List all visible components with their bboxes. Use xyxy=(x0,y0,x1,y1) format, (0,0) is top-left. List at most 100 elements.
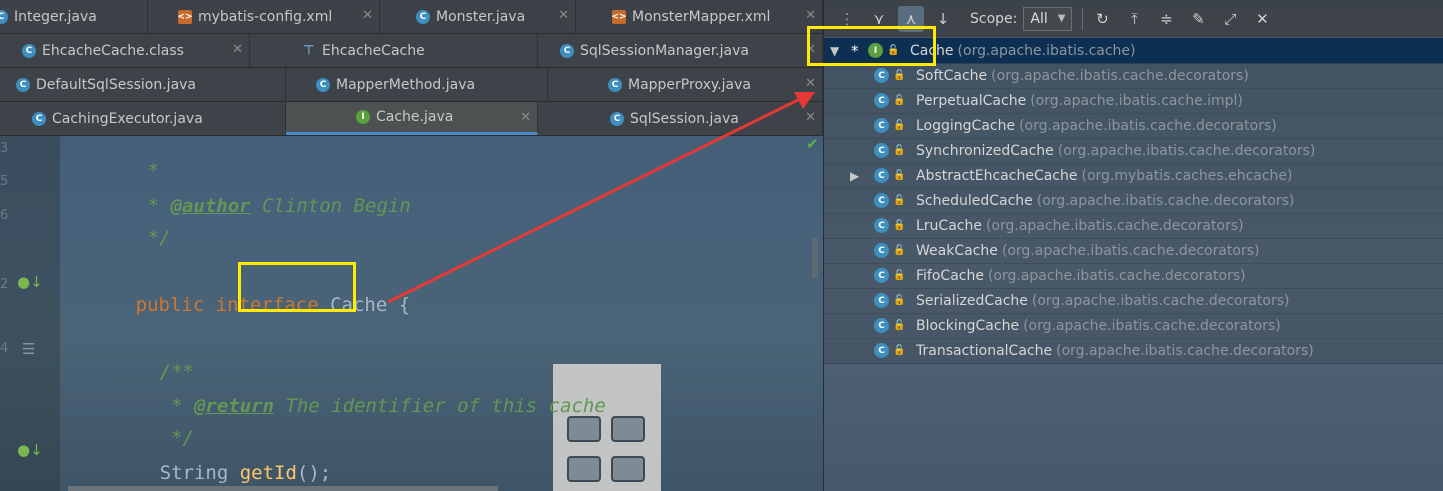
tab-cachingexecutor-java[interactable]: C CachingExecutor.java xyxy=(0,102,286,135)
class-icon: C xyxy=(874,218,889,233)
tree-node-label: AbstractEhcacheCache (org.mybatis.caches.… xyxy=(916,167,1293,184)
tree-node-label: FifoCache (org.apache.ibatis.cache.decora… xyxy=(916,267,1246,284)
close-icon[interactable]: ✕ xyxy=(1249,6,1275,32)
tree-node[interactable]: C 🔓 SerializedCache (org.apache.ibatis.cach… xyxy=(824,288,1443,314)
code-line: */ xyxy=(147,227,171,249)
export-icon[interactable]: ⤒ xyxy=(1121,6,1147,32)
class-icon: C xyxy=(22,43,36,58)
scope-dropdown[interactable]: All ▼ xyxy=(1023,6,1073,31)
close-icon[interactable]: ✕ xyxy=(805,110,816,125)
scope-value: All xyxy=(1030,10,1048,27)
tree-node-label: BlockingCache (org.apache.ibatis.cache.de… xyxy=(916,317,1281,334)
tree-node[interactable]: C 🔓 WeakCache (org.apache.ibatis.cache.deco… xyxy=(824,238,1443,264)
tree-node[interactable]: C 🔓 SynchronizedCache (org.apache.ibatis.ca… xyxy=(824,138,1443,164)
implemented-gutter-icon[interactable]: ●↓ xyxy=(17,441,43,459)
close-icon[interactable]: ✕ xyxy=(805,76,816,91)
interface-icon: I xyxy=(356,110,370,124)
tree-node[interactable]: ▶ C 🔓 AbstractEhcacheCache (org.mybatis.cach… xyxy=(824,163,1443,189)
tree-node-label: SynchronizedCache (org.apache.ibatis.cach… xyxy=(916,142,1316,159)
line-number: 3 xyxy=(0,141,9,156)
tab-monster-java[interactable]: C Monster.java ✕ xyxy=(380,0,576,33)
structure-icon: ⊤ xyxy=(303,43,315,58)
editor-tab-row-3: C DefaultSqlSession.java C MapperMethod.… xyxy=(0,68,823,102)
horizontal-scrollbar[interactable] xyxy=(68,486,498,491)
class-icon: C xyxy=(416,9,430,24)
highlight-box-code xyxy=(238,262,356,312)
public-lock-icon: 🔓 xyxy=(893,145,906,156)
public-lock-icon: 🔓 xyxy=(893,120,906,131)
class-icon: C xyxy=(874,293,889,308)
tab-cache-java[interactable]: I Cache.java ✕ xyxy=(286,102,538,135)
tab-mybatis-config-xml[interactable]: <> mybatis-config.xml ✕ xyxy=(148,0,380,33)
class-icon: C xyxy=(874,243,889,258)
highlight-box-tree xyxy=(807,26,936,66)
tree-node[interactable]: C 🔓 FifoCache (org.apache.ibatis.cache.deco… xyxy=(824,263,1443,289)
pin-icon[interactable]: ✎ xyxy=(1185,6,1211,32)
class-icon: C xyxy=(560,43,574,58)
class-icon: C xyxy=(874,118,889,133)
class-icon: C xyxy=(316,77,330,92)
refresh-icon[interactable]: ↻ xyxy=(1089,6,1115,32)
close-icon[interactable]: ✕ xyxy=(558,8,569,23)
tab-sqlsessionmanager-java[interactable]: C SqlSessionManager.java ✕ xyxy=(538,34,823,67)
tree-node[interactable]: C 🔓 TransactionalCache (org.apache.ibatis.c… xyxy=(824,338,1443,364)
tree-node-label: LruCache (org.apache.ibatis.cache.decorat… xyxy=(916,217,1244,234)
line-number: 2 xyxy=(0,277,9,292)
tree-node-label: SoftCache (org.apache.ibatis.cache.decora… xyxy=(916,67,1249,84)
toolbar-separator xyxy=(1082,7,1084,30)
class-icon: C xyxy=(32,111,46,126)
doc-render-icon[interactable]: ☰ xyxy=(22,340,35,358)
implemented-gutter-icon[interactable]: ●↓ xyxy=(17,273,43,291)
tab-mappermethod-java[interactable]: C MapperMethod.java xyxy=(286,68,548,101)
tab-ehcachecache-class[interactable]: C EhcacheCache.class ✕ xyxy=(0,34,250,67)
class-icon: C xyxy=(874,193,889,208)
tree-node[interactable]: C 🔓 LruCache (org.apache.ibatis.cache.decor… xyxy=(824,213,1443,239)
public-lock-icon: 🔓 xyxy=(893,220,906,231)
public-lock-icon: 🔓 xyxy=(893,245,906,256)
line-gutter: 3 5 6 2 4 ●↓ ☰ ●↓ xyxy=(0,136,60,491)
class-icon: C xyxy=(874,168,889,183)
tree-node[interactable]: C 🔓 LoggingCache (org.apache.ibatis.cache.d… xyxy=(824,113,1443,139)
tab-integer-java[interactable]: C Integer.java xyxy=(0,0,148,33)
public-lock-icon: 🔓 xyxy=(893,70,906,81)
analysis-ok-icon[interactable]: ✔ xyxy=(806,135,819,153)
class-icon: C xyxy=(874,68,889,83)
public-lock-icon: 🔓 xyxy=(893,95,906,106)
tree-node[interactable]: C 🔓 ScheduledCache (org.apache.ibatis.cache… xyxy=(824,188,1443,214)
close-icon[interactable]: ✕ xyxy=(362,8,373,23)
xml-file-icon: <> xyxy=(611,9,627,24)
close-icon[interactable]: ✕ xyxy=(232,42,243,57)
tab-monstermapper-xml[interactable]: <> MonsterMapper.xml ✕ xyxy=(576,0,823,33)
type-hierarchy-panel: ⋮ ⋎ ⋏ ↓ Scope: All ▼ ↻ ⤒ ≑ ✎ ⤢ ✕ ▼ * I 🔓… xyxy=(807,0,1443,491)
code-area[interactable]: 3 5 6 2 4 ●↓ ☰ ●↓ * * @author Clinton Be… xyxy=(0,136,823,491)
public-lock-icon: 🔓 xyxy=(893,170,906,181)
close-icon[interactable]: ✕ xyxy=(520,110,531,125)
class-icon: C xyxy=(0,9,8,24)
code-editor[interactable]: C Integer.java <> mybatis-config.xml ✕ C… xyxy=(0,0,823,491)
tree-node[interactable]: C 🔓 BlockingCache (org.apache.ibatis.cache.… xyxy=(824,313,1443,339)
tab-sqlsession-java[interactable]: C SqlSession.java ✕ xyxy=(538,102,823,135)
public-lock-icon: 🔓 xyxy=(893,345,906,356)
class-icon: C xyxy=(874,268,889,283)
public-lock-icon: 🔓 xyxy=(893,270,906,281)
xml-file-icon: <> xyxy=(177,9,193,24)
tree-node[interactable]: C 🔓 SoftCache (org.apache.ibatis.cache.deco… xyxy=(824,63,1443,89)
collapsed-arrow-icon[interactable]: ▶ xyxy=(850,169,859,183)
tab-mapperproxy-java[interactable]: C MapperProxy.java ✕ xyxy=(548,68,823,101)
code-line: String getId(); xyxy=(159,462,332,484)
tree-node-label: SerializedCache (org.apache.ibatis.cache.… xyxy=(916,292,1290,309)
class-icon: C xyxy=(874,143,889,158)
public-lock-icon: 🔓 xyxy=(893,295,906,306)
tab-defaultsqlsession-java[interactable]: C DefaultSqlSession.java xyxy=(0,68,286,101)
class-icon: C xyxy=(608,77,622,92)
vertical-scrollbar[interactable] xyxy=(812,238,818,278)
line-number: 6 xyxy=(0,208,9,223)
chevron-down-icon: ▼ xyxy=(1057,13,1066,24)
expand-all-icon[interactable]: ≑ xyxy=(1153,6,1179,32)
line-number: 4 xyxy=(0,341,9,356)
open-in-editor-icon[interactable]: ⤢ xyxy=(1217,6,1243,32)
close-icon[interactable]: ✕ xyxy=(805,8,816,23)
tree-node[interactable]: C 🔓 PerpetualCache (org.apache.ibatis.cache… xyxy=(824,88,1443,114)
public-lock-icon: 🔓 xyxy=(893,195,906,206)
tab-ehcachecache-structure[interactable]: ⊤ EhcacheCache xyxy=(250,34,538,67)
